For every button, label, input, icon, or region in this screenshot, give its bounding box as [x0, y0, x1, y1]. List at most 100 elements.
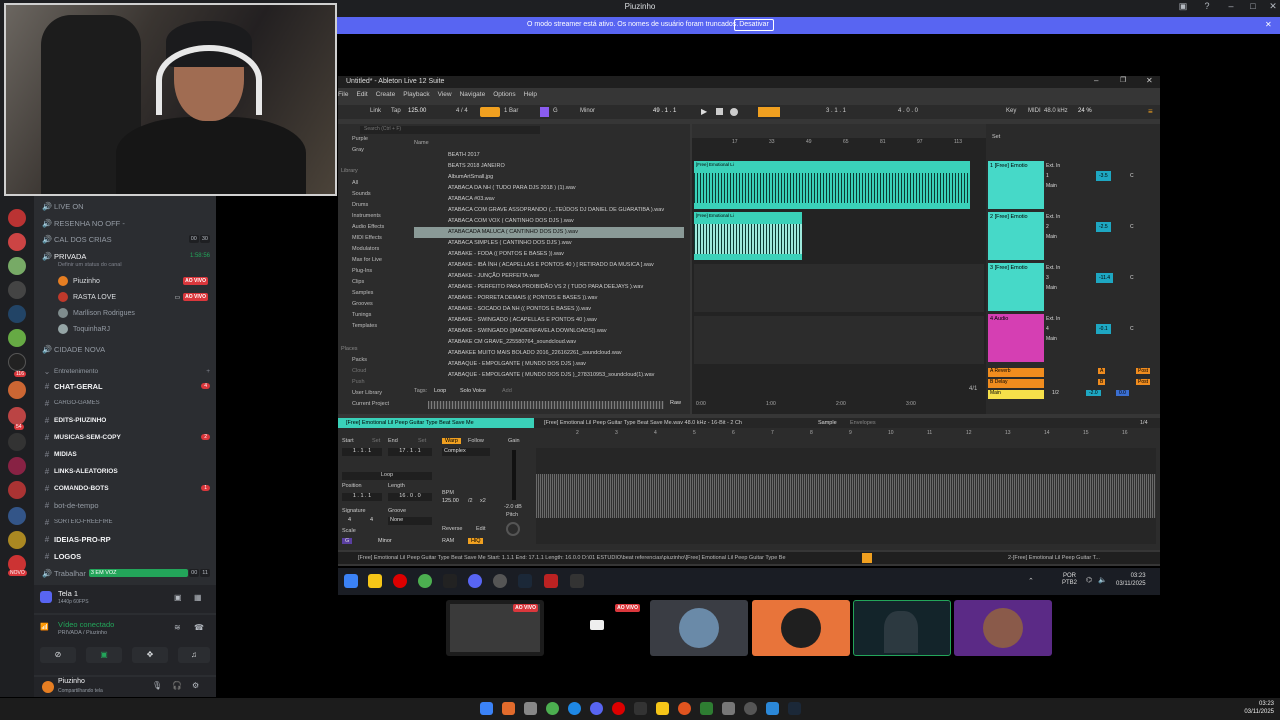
category-modulators[interactable]: Modulators [352, 246, 379, 252]
participant-tile-stream[interactable]: AO VIVO [548, 600, 646, 656]
set-button[interactable]: Set [992, 134, 1000, 140]
live-app-icon[interactable] [570, 574, 584, 588]
voice-user[interactable]: ToquinhaRJ [58, 322, 208, 336]
place-push[interactable]: Push [352, 379, 365, 385]
double-tempo-button[interactable]: x2 [480, 498, 486, 504]
loop-start[interactable]: 3 . 1 . 1 [826, 108, 846, 114]
language-indicator[interactable]: POR PTB2 [1062, 573, 1077, 587]
server-icon[interactable] [8, 457, 26, 475]
menu-playback[interactable]: Playback [403, 91, 429, 101]
gain-value[interactable]: -2.0 dB [504, 504, 522, 510]
place-current-project[interactable]: Current Project [352, 401, 389, 407]
file-explorer-icon[interactable] [656, 702, 669, 715]
automation-arm[interactable] [758, 107, 780, 117]
main-volume[interactable]: -2.0 [1086, 390, 1101, 396]
length-field[interactable]: 16 . 0 . 0 [388, 493, 432, 501]
browser-file-item[interactable]: BEATS 2018 JANEIRO [414, 161, 684, 172]
browser-file-item[interactable]: BEATH 2017 [414, 150, 684, 161]
close-button[interactable]: ✕ [1146, 76, 1153, 85]
song-position[interactable]: 49 . 1 . 1 [653, 108, 676, 114]
browser-search[interactable]: Search (Ctrl + F) [360, 126, 540, 134]
chrome-icon[interactable] [546, 702, 559, 715]
category-max-for-live[interactable]: Max for Live [352, 257, 382, 263]
server-icon[interactable] [8, 233, 26, 251]
clip-name[interactable]: [Free] Emotional Lil Peep Guitar Type Be… [338, 418, 534, 428]
browser-file-item[interactable]: ATABACA DA NH ( TUDO PARA DJS 2018 ) (1)… [414, 183, 684, 194]
channel-trabalhar[interactable]: 🔊 Trabalhar 3 EM VOZ 00 11 [40, 565, 210, 581]
disconnect-icon[interactable]: ☎ [194, 623, 204, 632]
tempo-field[interactable]: 125.00 [408, 108, 426, 114]
app-icon[interactable] [722, 702, 735, 715]
headphones-icon[interactable]: 🎧 [172, 681, 182, 690]
name-column-header[interactable]: Name [414, 140, 429, 146]
track2-clip[interactable]: [Free] Emotional Li [694, 212, 802, 260]
channel-cidade-nova[interactable]: 🔊 CIDADE NOVA [40, 341, 210, 357]
track-io[interactable]: Ext. In 2 Main -2.5 C [1046, 212, 1156, 242]
stop-button[interactable] [716, 108, 723, 115]
browser-file-item[interactable]: ATABAQUE - EMPOLGANTE ( MUNDO DOS DJS ).… [414, 359, 684, 370]
minimize-button[interactable]: – [1094, 76, 1098, 85]
track-io[interactable]: Ext. In 1 Main -3.5 C [1046, 161, 1156, 191]
menu-navigate[interactable]: Navigate [460, 91, 486, 101]
browser-file-item[interactable]: AlbumArtSmall.jpg [414, 172, 684, 183]
ableton-icon[interactable] [443, 574, 457, 588]
category-midi-effects[interactable]: MIDI Effects [352, 235, 382, 241]
hiq-button[interactable]: HiQ [468, 538, 484, 544]
detail-ruler[interactable]: 2 3 4 5 6 7 8 9 10 11 12 13 14 15 16 [536, 430, 1156, 438]
track-io[interactable]: Ext. In 3 Main -11.4 C [1046, 263, 1156, 293]
beat-ruler[interactable]: 17 33 49 65 81 97 113 [692, 138, 986, 148]
category-templates[interactable]: Templates [352, 323, 377, 329]
menu-view[interactable]: View [438, 91, 452, 101]
end-set[interactable]: Set [418, 438, 426, 444]
return-a-post[interactable]: Post [1136, 368, 1151, 374]
main-track[interactable]: Main [988, 390, 1044, 399]
settings-gear-icon[interactable]: ⚙ [192, 681, 199, 690]
main-pan[interactable]: 0.0 [1116, 390, 1129, 396]
channel-resenha[interactable]: 🔊 RESENHA NO OFF - [40, 215, 210, 231]
channel-logos[interactable]: # LOGOS [40, 548, 210, 564]
app-icon[interactable] [634, 702, 647, 715]
server-icon[interactable] [8, 381, 26, 399]
category-samples[interactable]: Samples [352, 290, 373, 296]
voice-user[interactable]: Piuzinho AO VIVO [58, 274, 208, 288]
participant-tile-camera[interactable] [853, 600, 951, 656]
track-header[interactable]: 4 Audio [988, 314, 1044, 362]
track-input[interactable]: Ext. In [1046, 314, 1156, 324]
return-a-button[interactable]: A [1098, 368, 1106, 374]
tag-add[interactable]: Add [502, 388, 512, 394]
return-b-button[interactable]: B [1098, 379, 1106, 385]
scale-icon[interactable] [540, 107, 549, 117]
time-signature[interactable]: 4 / 4 [456, 108, 468, 114]
user-avatar[interactable] [42, 681, 54, 693]
track-volume[interactable]: -11.4 [1096, 273, 1114, 283]
quantize-select[interactable]: 1 Bar [504, 108, 518, 114]
close-banner-icon[interactable]: ✕ [1265, 20, 1272, 29]
groove-select[interactable]: None [388, 517, 432, 525]
track-input[interactable]: Ext. In [1046, 212, 1156, 222]
browser-file-item[interactable]: ATABAKEE MUITO MAIS BOLADO 2016_22616226… [414, 348, 684, 359]
category-tunings[interactable]: Tunings [352, 312, 371, 318]
sig-numerator[interactable]: 4 [348, 517, 351, 523]
grid-icon[interactable]: ▦ [194, 593, 202, 602]
voice-connected-label[interactable]: Vídeo conectado [58, 620, 114, 629]
category-sounds[interactable]: Sounds [352, 191, 371, 197]
server-icon[interactable] [8, 353, 26, 371]
popout-icon[interactable]: ▣ [174, 593, 182, 602]
scale-select[interactable]: Minor [580, 108, 595, 114]
start-set[interactable]: Set [372, 438, 380, 444]
app-icon[interactable] [544, 574, 558, 588]
main-route[interactable]: 1/2 [1052, 390, 1059, 396]
browser-file-item[interactable]: ATABAKE - SWINGADO ([MADEINFAVELA DOWNLO… [414, 326, 684, 337]
browser-file-item[interactable]: ATABACA COM VOX ( CANTINHO DOS DJS ).wav [414, 216, 684, 227]
track-output[interactable]: Main [1046, 232, 1156, 242]
browser-file-item[interactable]: ATABACA SIMPLES ( CANTINHO DOS DJS ).wav [414, 238, 684, 249]
server-icon[interactable] [8, 481, 26, 499]
transpose-knob[interactable] [506, 522, 520, 536]
status-indicator[interactable] [862, 553, 872, 563]
track-pan[interactable]: C [1130, 171, 1134, 181]
file-explorer-icon[interactable] [368, 574, 382, 588]
browser-file-item[interactable]: ATABAKE - SWINGADO ( ACAPELLAS E PONTOS … [414, 315, 684, 326]
participant-tile[interactable] [954, 600, 1052, 656]
voice-user[interactable]: RASTA LOVE ▭ AO VIVO [58, 290, 208, 304]
place-packs[interactable]: Packs [352, 357, 367, 363]
